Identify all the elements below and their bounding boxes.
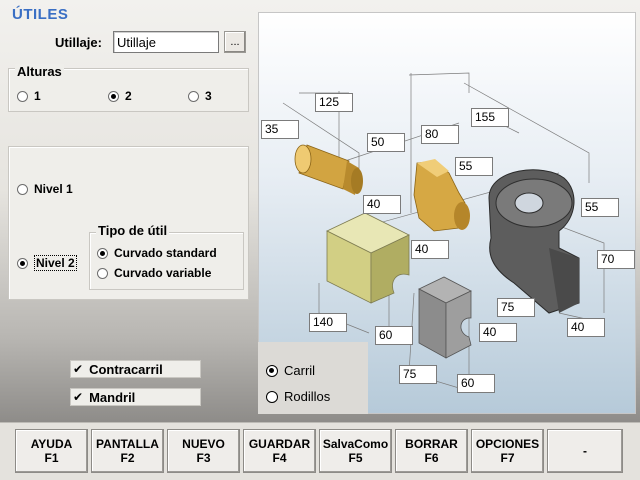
dimension-field[interactable]: 155 — [471, 108, 509, 127]
button-key: F7 — [500, 451, 515, 465]
tipo-util-option-label: Curvado variable — [114, 266, 212, 280]
button-key: F6 — [424, 451, 439, 465]
button-label: NUEVO — [182, 437, 225, 451]
tipo-util-panel — [89, 232, 244, 290]
button-label: BORRAR — [405, 437, 458, 451]
tool-yellow-block-shape — [326, 212, 410, 304]
dimension-field[interactable]: 40 — [363, 195, 401, 214]
dimension-field[interactable]: 60 — [457, 374, 495, 393]
radio-indicator — [17, 183, 28, 195]
altura-option-label: 2 — [125, 89, 132, 103]
tipo-util-radio-variable[interactable]: Curvado variable — [97, 266, 211, 280]
carril-radio[interactable]: Carril — [266, 363, 315, 378]
utillaje-input[interactable] — [113, 31, 219, 53]
dimension-field[interactable]: 50 — [367, 133, 405, 152]
nivel-radio-1[interactable]: Nivel 1 — [17, 182, 73, 196]
button-key: F1 — [44, 451, 59, 465]
radio-indicator — [266, 364, 278, 377]
nivel-option-label: Nivel 2 — [34, 255, 77, 271]
contracarril-label: Contracarril — [89, 361, 163, 377]
button-key: F2 — [120, 451, 135, 465]
altura-option-label: 1 — [34, 89, 41, 103]
ayuda-button[interactable]: AYUDA F1 — [15, 429, 88, 473]
dimension-field[interactable]: 125 — [315, 93, 353, 112]
button-label: - — [583, 444, 587, 458]
tool-grey-block-shape — [418, 276, 472, 359]
pantalla-button[interactable]: PANTALLA F2 — [91, 429, 164, 473]
altura-radio-1[interactable]: 1 — [17, 89, 41, 103]
dimension-field[interactable]: 40 — [479, 323, 517, 342]
dimension-field[interactable]: 40 — [411, 240, 449, 259]
dimension-field[interactable]: 70 — [597, 250, 635, 269]
blank-function-button[interactable]: - — [547, 429, 623, 473]
tool-pulley-shape — [488, 169, 580, 314]
nivel-radio-2[interactable]: Nivel 2 — [17, 255, 77, 271]
button-label: AYUDA — [30, 437, 73, 451]
altura-option-label: 3 — [205, 89, 212, 103]
radio-indicator — [108, 90, 119, 102]
altura-radio-2[interactable]: 2 — [108, 89, 132, 103]
radio-indicator — [188, 90, 199, 102]
button-key: F3 — [196, 451, 211, 465]
rodillos-label: Rodillos — [284, 389, 331, 404]
utillaje-browse-button[interactable]: ... — [224, 31, 246, 53]
opciones-button[interactable]: OPCIONES F7 — [471, 429, 544, 473]
nuevo-button[interactable]: NUEVO F3 — [167, 429, 240, 473]
carril-label: Carril — [284, 363, 316, 378]
dimension-field[interactable]: 140 — [309, 313, 347, 332]
carril-rodillos-panel: Carril Rodillos — [258, 342, 368, 414]
tipo-util-radio-standard[interactable]: Curvado standard — [97, 246, 217, 260]
dimension-field[interactable]: 40 — [567, 318, 605, 337]
dimension-field[interactable]: 55 — [455, 157, 493, 176]
button-key: F4 — [272, 451, 287, 465]
dimension-field[interactable]: 80 — [421, 125, 459, 144]
guardar-button[interactable]: GUARDAR F4 — [243, 429, 316, 473]
main-area: ÚTILES Utillaje: ... Alturas 1 2 3 Nivel… — [0, 0, 640, 422]
utillaje-label: Utillaje: — [55, 35, 102, 50]
borrar-button[interactable]: BORRAR F6 — [395, 429, 468, 473]
button-label: PANTALLA — [96, 437, 159, 451]
check-icon: ✔ — [73, 390, 84, 404]
check-icon: ✔ — [73, 362, 84, 376]
button-label: SalvaComo — [322, 437, 389, 451]
radio-indicator — [266, 390, 278, 403]
radio-indicator — [97, 247, 108, 259]
dimension-field[interactable]: 75 — [399, 365, 437, 384]
tipo-util-option-label: Curvado standard — [114, 246, 217, 260]
alturas-title: Alturas — [15, 64, 64, 79]
button-label: GUARDAR — [248, 437, 311, 451]
mandril-checkbox[interactable]: ✔ Mandril — [70, 388, 201, 406]
dimension-field[interactable]: 60 — [375, 326, 413, 345]
mandril-label: Mandril — [89, 389, 136, 405]
tool-cylinder-shape — [294, 144, 363, 195]
altura-radio-3[interactable]: 3 — [188, 89, 212, 103]
contracarril-checkbox[interactable]: ✔ Contracarril — [70, 360, 201, 378]
window-title: ÚTILES — [12, 6, 69, 23]
dimension-field[interactable]: 35 — [261, 120, 299, 139]
button-label: OPCIONES — [475, 437, 540, 451]
dimension-field[interactable]: 75 — [497, 298, 535, 317]
radio-indicator — [17, 90, 28, 102]
radio-indicator — [97, 267, 108, 279]
function-key-bar: AYUDA F1 PANTALLA F2 NUEVO F3 GUARDAR F4… — [0, 422, 640, 480]
button-key: F5 — [348, 451, 363, 465]
salvacomo-button[interactable]: SalvaComo F5 — [319, 429, 392, 473]
rodillos-radio[interactable]: Rodillos — [266, 389, 330, 404]
dimension-field[interactable]: 55 — [581, 198, 619, 217]
tipo-util-title: Tipo de útil — [96, 223, 170, 238]
nivel-option-label: Nivel 1 — [34, 182, 73, 196]
radio-indicator — [17, 257, 28, 269]
